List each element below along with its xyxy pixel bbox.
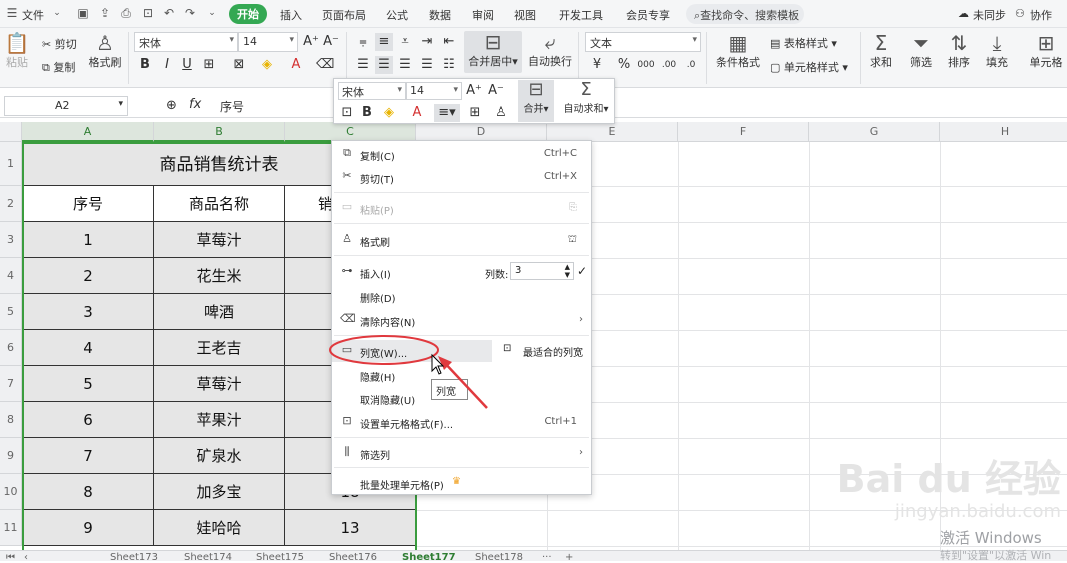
annotation-arrow [441, 359, 488, 409]
annotation-overlay [329, 335, 488, 409]
highlight-ellipse [329, 335, 439, 365]
